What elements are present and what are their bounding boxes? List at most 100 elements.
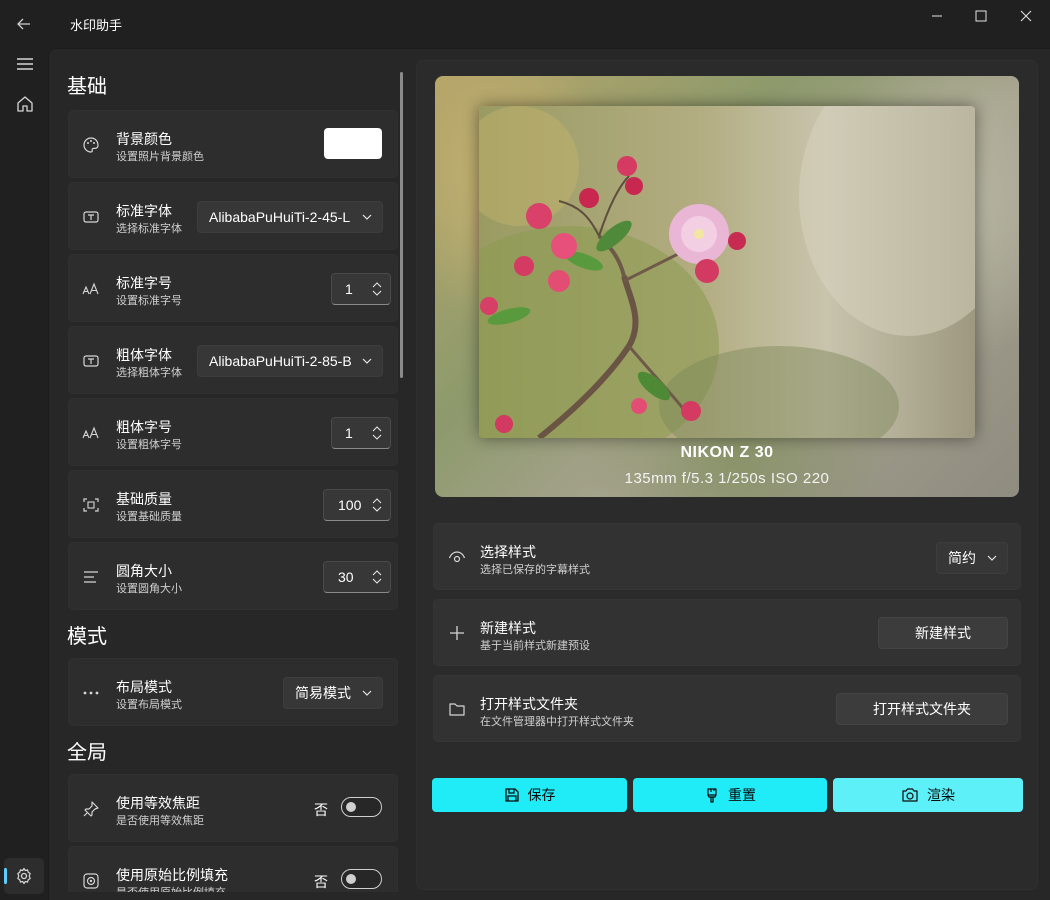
- std-font-value: AlibabaPuHuiTi-2-45-L: [209, 209, 351, 225]
- nav-settings[interactable]: [4, 858, 44, 894]
- bold-font-dropdown[interactable]: AlibabaPuHuiTi-2-85-B: [197, 345, 383, 377]
- setting-orig-ratio: 使用原始比例填充 是否使用原始比例填充 否: [68, 846, 398, 892]
- std-size-value: 1: [345, 281, 353, 297]
- font-size-icon: [81, 423, 101, 443]
- app-title: 水印助手: [70, 18, 123, 33]
- spin-updown-icon[interactable]: [372, 281, 382, 297]
- quality-icon: [81, 495, 101, 515]
- home-icon: [17, 96, 33, 112]
- camera-params-text: 135mm f/5.3 1/250s ISO 220: [624, 470, 830, 487]
- watermark-preview: NIKON Z 30 135mm f/5.3 1/250s ISO 220: [435, 76, 1019, 497]
- radius-label: 圆角大小: [116, 563, 172, 579]
- eye-icon: [447, 547, 467, 567]
- camera-icon: [902, 788, 918, 802]
- style-dropdown[interactable]: 简约: [936, 542, 1008, 574]
- nav-home[interactable]: [6, 86, 44, 122]
- new-style-card: 新建样式 基于当前样式新建预设 新建样式: [433, 599, 1021, 666]
- more-horizontal-icon: [81, 683, 101, 703]
- quality-value: 100: [338, 497, 362, 513]
- radius-desc: 设置圆角大小: [116, 583, 182, 595]
- nav-selection-indicator: [4, 868, 7, 884]
- font-icon: [81, 351, 101, 371]
- title-bar: [0, 0, 1050, 48]
- std-font-dropdown[interactable]: AlibabaPuHuiTi-2-45-L: [197, 201, 383, 233]
- new-style-label: 新建样式: [480, 620, 536, 636]
- bold-size-desc: 设置粗体字号: [116, 439, 182, 451]
- quality-input[interactable]: 100: [323, 489, 391, 521]
- flower-photo-image: [479, 106, 975, 438]
- bg-color-label: 背景颜色: [116, 131, 172, 147]
- bold-font-label: 粗体字体: [116, 347, 172, 363]
- render-button[interactable]: 渲染: [833, 778, 1023, 812]
- equiv-focal-state: 否: [314, 802, 328, 818]
- palette-icon: [81, 135, 101, 155]
- brush-icon: [707, 788, 717, 803]
- setting-std-size: 标准字号 设置标准字号 1: [68, 254, 398, 322]
- reset-button[interactable]: 重置: [633, 778, 827, 812]
- pin-icon: [81, 799, 101, 819]
- layout-desc: 设置布局模式: [116, 699, 182, 711]
- new-style-button[interactable]: 新建样式: [878, 617, 1008, 649]
- settings-scrollbar[interactable]: [400, 72, 403, 378]
- chevron-down-icon: [362, 690, 372, 696]
- render-button-label: 渲染: [927, 787, 955, 803]
- chevron-down-icon: [362, 358, 372, 364]
- save-icon: [504, 788, 519, 802]
- maximize-icon: [975, 10, 987, 22]
- equiv-focal-desc: 是否使用等效焦距: [116, 815, 204, 827]
- bold-font-desc: 选择粗体字体: [116, 367, 182, 379]
- select-style-desc: 选择已保存的字幕样式: [480, 564, 590, 576]
- layout-value: 简易模式: [295, 685, 351, 701]
- open-folder-label: 打开样式文件夹: [480, 696, 578, 712]
- font-size-icon: [81, 279, 101, 299]
- align-left-icon: [81, 567, 101, 587]
- section-title-global: 全局: [67, 742, 107, 764]
- chevron-down-icon: [987, 555, 997, 561]
- layout-dropdown[interactable]: 简易模式: [283, 677, 383, 709]
- orig-ratio-label: 使用原始比例填充: [116, 867, 228, 883]
- setting-bg-color: 背景颜色 设置照片背景颜色: [68, 110, 398, 178]
- reset-button-label: 重置: [728, 787, 756, 803]
- bg-color-desc: 设置照片背景颜色: [116, 151, 204, 163]
- settings-panel[interactable]: 基础 背景颜色 设置照片背景颜色 标准字体 选择标准字体 AlibabaPuHu…: [50, 50, 408, 892]
- orig-ratio-state: 否: [314, 874, 328, 890]
- spin-updown-icon[interactable]: [372, 425, 382, 441]
- toggle-knob: [346, 802, 356, 812]
- equiv-focal-label: 使用等效焦距: [116, 795, 200, 811]
- open-folder-desc: 在文件管理器中打开样式文件夹: [480, 716, 634, 728]
- quality-label: 基础质量: [116, 491, 172, 507]
- minimize-button[interactable]: [914, 0, 960, 32]
- std-size-input[interactable]: 1: [331, 273, 391, 305]
- arrow-left-icon: [17, 18, 30, 30]
- spin-updown-icon[interactable]: [372, 569, 382, 585]
- chevron-down-icon: [362, 214, 372, 220]
- radius-input[interactable]: 30: [323, 561, 391, 593]
- spin-updown-icon[interactable]: [372, 497, 382, 513]
- setting-equiv-focal: 使用等效焦距 是否使用等效焦距 否: [68, 774, 398, 842]
- setting-layout: 布局模式 设置布局模式 简易模式: [68, 658, 398, 726]
- back-button[interactable]: [6, 6, 42, 42]
- equiv-focal-toggle[interactable]: [341, 797, 382, 817]
- bg-color-picker[interactable]: [324, 128, 382, 159]
- hamburger-icon: [17, 58, 33, 70]
- setting-bold-size: 粗体字号 设置粗体字号 1: [68, 398, 398, 466]
- font-icon: [81, 207, 101, 227]
- open-folder-button[interactable]: 打开样式文件夹: [836, 693, 1008, 725]
- layout-label: 布局模式: [116, 679, 172, 695]
- setting-quality: 基础质量 设置基础质量 100: [68, 470, 398, 538]
- section-title-basic: 基础: [67, 76, 107, 98]
- orig-ratio-toggle[interactable]: [341, 869, 382, 889]
- maximize-button[interactable]: [958, 0, 1004, 32]
- style-value: 简约: [948, 550, 976, 566]
- select-style-label: 选择样式: [480, 544, 536, 560]
- camera-model-text: NIKON Z 30: [680, 444, 774, 461]
- save-button[interactable]: 保存: [432, 778, 627, 812]
- orig-ratio-desc: 是否使用原始比例填充: [116, 884, 226, 892]
- save-button-label: 保存: [527, 787, 556, 803]
- preview-photo: [479, 106, 975, 438]
- setting-bold-font: 粗体字体 选择粗体字体 AlibabaPuHuiTi-2-85-B: [68, 326, 398, 394]
- close-icon: [1020, 10, 1032, 22]
- bold-size-input[interactable]: 1: [331, 417, 391, 449]
- menu-button[interactable]: [6, 46, 44, 82]
- close-button[interactable]: [1003, 0, 1049, 32]
